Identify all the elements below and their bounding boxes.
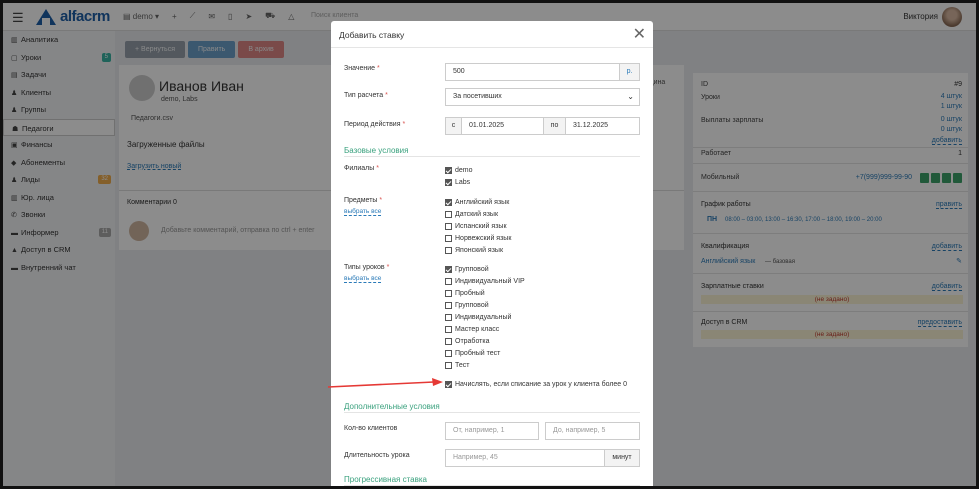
add-rate-modal: Добавить ставку ✕ Значение * 500 р. Тип … xyxy=(331,21,653,486)
calc-type-select[interactable]: За посетивших ⌄ xyxy=(445,88,640,106)
lesson-type-checkbox-label: Групповой xyxy=(455,301,489,309)
modal-title: Добавить ставку xyxy=(339,30,405,40)
lesson-type-checkbox[interactable]: Индивидуальный VIP xyxy=(445,275,525,287)
value-label-text: Значение xyxy=(344,65,376,72)
checkbox-checked-icon xyxy=(445,198,452,206)
lesson-type-checkbox-label: Мастер класс xyxy=(455,325,500,333)
checkbox-icon xyxy=(445,210,452,218)
branch-checkbox-label: Labs xyxy=(455,178,471,186)
lesson-type-checkbox-label: Отработка xyxy=(455,337,490,345)
checkbox-icon xyxy=(445,349,452,357)
checkbox-icon xyxy=(445,325,452,333)
lesson-type-checkbox[interactable]: Мастер класс xyxy=(445,323,499,335)
period-label: Период действия * xyxy=(344,121,406,128)
branches-label-text: Филиалы xyxy=(344,165,375,172)
clients-count-label: Кол-во клиентов xyxy=(344,425,398,432)
checkbox-checked-icon xyxy=(445,178,452,186)
subject-checkbox-label: Английский язык xyxy=(455,198,510,206)
calc-type-label: Тип расчета * xyxy=(344,92,388,99)
app-frame: ☰ alfacrm ▤ demo ▾ + ⟋ ✉ ▯ ➤ ⛟ △ Поиск к… xyxy=(0,0,979,489)
subject-checkbox[interactable]: Японский язык xyxy=(445,244,503,256)
branch-checkbox[interactable]: Labs xyxy=(445,176,470,188)
subject-checkbox[interactable]: Испанский язык xyxy=(445,220,507,232)
section-divider xyxy=(344,156,640,157)
subject-checkbox-label: Японский язык xyxy=(455,246,504,254)
duration-label: Длительность урока xyxy=(344,452,410,459)
annotation-arrow-icon xyxy=(327,378,443,388)
subject-checkbox-label: Испанский язык xyxy=(455,222,507,230)
checkbox-checked-icon xyxy=(445,265,452,273)
lesson-type-checkbox-label: Индивидуальный VIP xyxy=(455,277,525,285)
subjects-select-all-link[interactable]: выбрать все xyxy=(344,208,382,216)
currency-addon[interactable]: р. xyxy=(619,63,640,81)
branch-checkbox-label: demo xyxy=(455,166,473,174)
subjects-label: Предметы * xyxy=(344,197,383,204)
duration-unit-addon: минут xyxy=(604,449,640,467)
calc-type-value: За посетивших xyxy=(453,93,502,100)
lesson-type-checkbox-label: Тест xyxy=(455,361,470,369)
period-to-addon: по xyxy=(543,117,566,135)
lesson-type-checkbox[interactable]: Отработка xyxy=(445,335,490,347)
lesson-type-checkbox[interactable]: Пробный тест xyxy=(445,347,500,359)
lesson-type-checkbox-label: Пробный тест xyxy=(455,349,501,357)
lesson-type-checkbox[interactable]: Пробный xyxy=(445,287,485,299)
subject-checkbox-label: Норвежский язык xyxy=(455,234,512,242)
section-basic: Базовые условия xyxy=(344,146,409,155)
clients-to-input[interactable]: До, например, 5 xyxy=(545,422,640,440)
close-icon[interactable]: ✕ xyxy=(633,24,646,44)
lesson-type-checkbox-label: Индивидуальный xyxy=(455,313,512,321)
subject-checkbox-label: Датский язык xyxy=(455,210,499,218)
checkbox-icon xyxy=(445,234,452,242)
lesson-type-checkbox-label: Пробный xyxy=(455,289,485,297)
subject-checkbox[interactable]: Английский язык xyxy=(445,196,509,208)
lesson-types-label: Типы уроков * xyxy=(344,264,390,271)
subject-checkbox[interactable]: Датский язык xyxy=(445,208,498,220)
clients-from-input[interactable]: От, например, 1 xyxy=(445,422,539,440)
section-progressive: Прогрессивная ставка xyxy=(344,475,428,484)
subject-checkbox[interactable]: Норвежский язык xyxy=(445,232,511,244)
checkbox-icon xyxy=(445,337,452,345)
checkbox-icon xyxy=(445,361,452,369)
checkbox-checked-icon xyxy=(445,166,452,174)
lesson-type-checkbox[interactable]: Групповой xyxy=(445,263,489,275)
subjects-label-text: Предметы xyxy=(344,197,378,204)
branch-checkbox[interactable]: demo xyxy=(445,164,473,176)
duration-input[interactable]: Например, 45 xyxy=(445,449,605,467)
period-to-input[interactable]: 31.12.2025 xyxy=(565,117,640,135)
checkbox-checked-icon xyxy=(445,380,452,388)
lesson-type-checkbox-label: Групповой xyxy=(455,265,489,273)
value-label: Значение * xyxy=(344,65,380,72)
types-select-all-link[interactable]: выбрать все xyxy=(344,275,382,283)
period-from-addon: с xyxy=(445,117,462,135)
period-label-text: Период действия xyxy=(344,121,401,128)
chevron-down-icon: ⌄ xyxy=(627,92,634,101)
section-divider xyxy=(344,412,640,413)
checkbox-icon xyxy=(445,313,452,321)
period-from-input[interactable]: 01.01.2025 xyxy=(461,117,544,135)
accrue-checkbox[interactable]: Начислять, если списание за урок у клиен… xyxy=(445,378,627,390)
section-divider xyxy=(344,485,640,486)
checkbox-icon xyxy=(445,222,452,230)
modal-header: Добавить ставку ✕ xyxy=(331,21,653,48)
lesson-type-checkbox[interactable]: Групповой xyxy=(445,299,489,311)
branches-label: Филиалы * xyxy=(344,165,379,172)
accrue-checkbox-label: Начислять, если списание за урок у клиен… xyxy=(455,380,628,388)
checkbox-icon xyxy=(445,289,452,297)
checkbox-icon xyxy=(445,301,452,309)
lesson-type-checkbox[interactable]: Тест xyxy=(445,359,469,371)
checkbox-icon xyxy=(445,246,452,254)
section-extra: Дополнительные условия xyxy=(344,402,440,411)
value-input[interactable]: 500 xyxy=(445,63,620,81)
lesson-type-checkbox[interactable]: Индивидуальный xyxy=(445,311,511,323)
lesson-types-label-text: Типы уроков xyxy=(344,264,385,271)
checkbox-icon xyxy=(445,277,452,285)
calc-type-label-text: Тип расчета xyxy=(344,92,384,99)
